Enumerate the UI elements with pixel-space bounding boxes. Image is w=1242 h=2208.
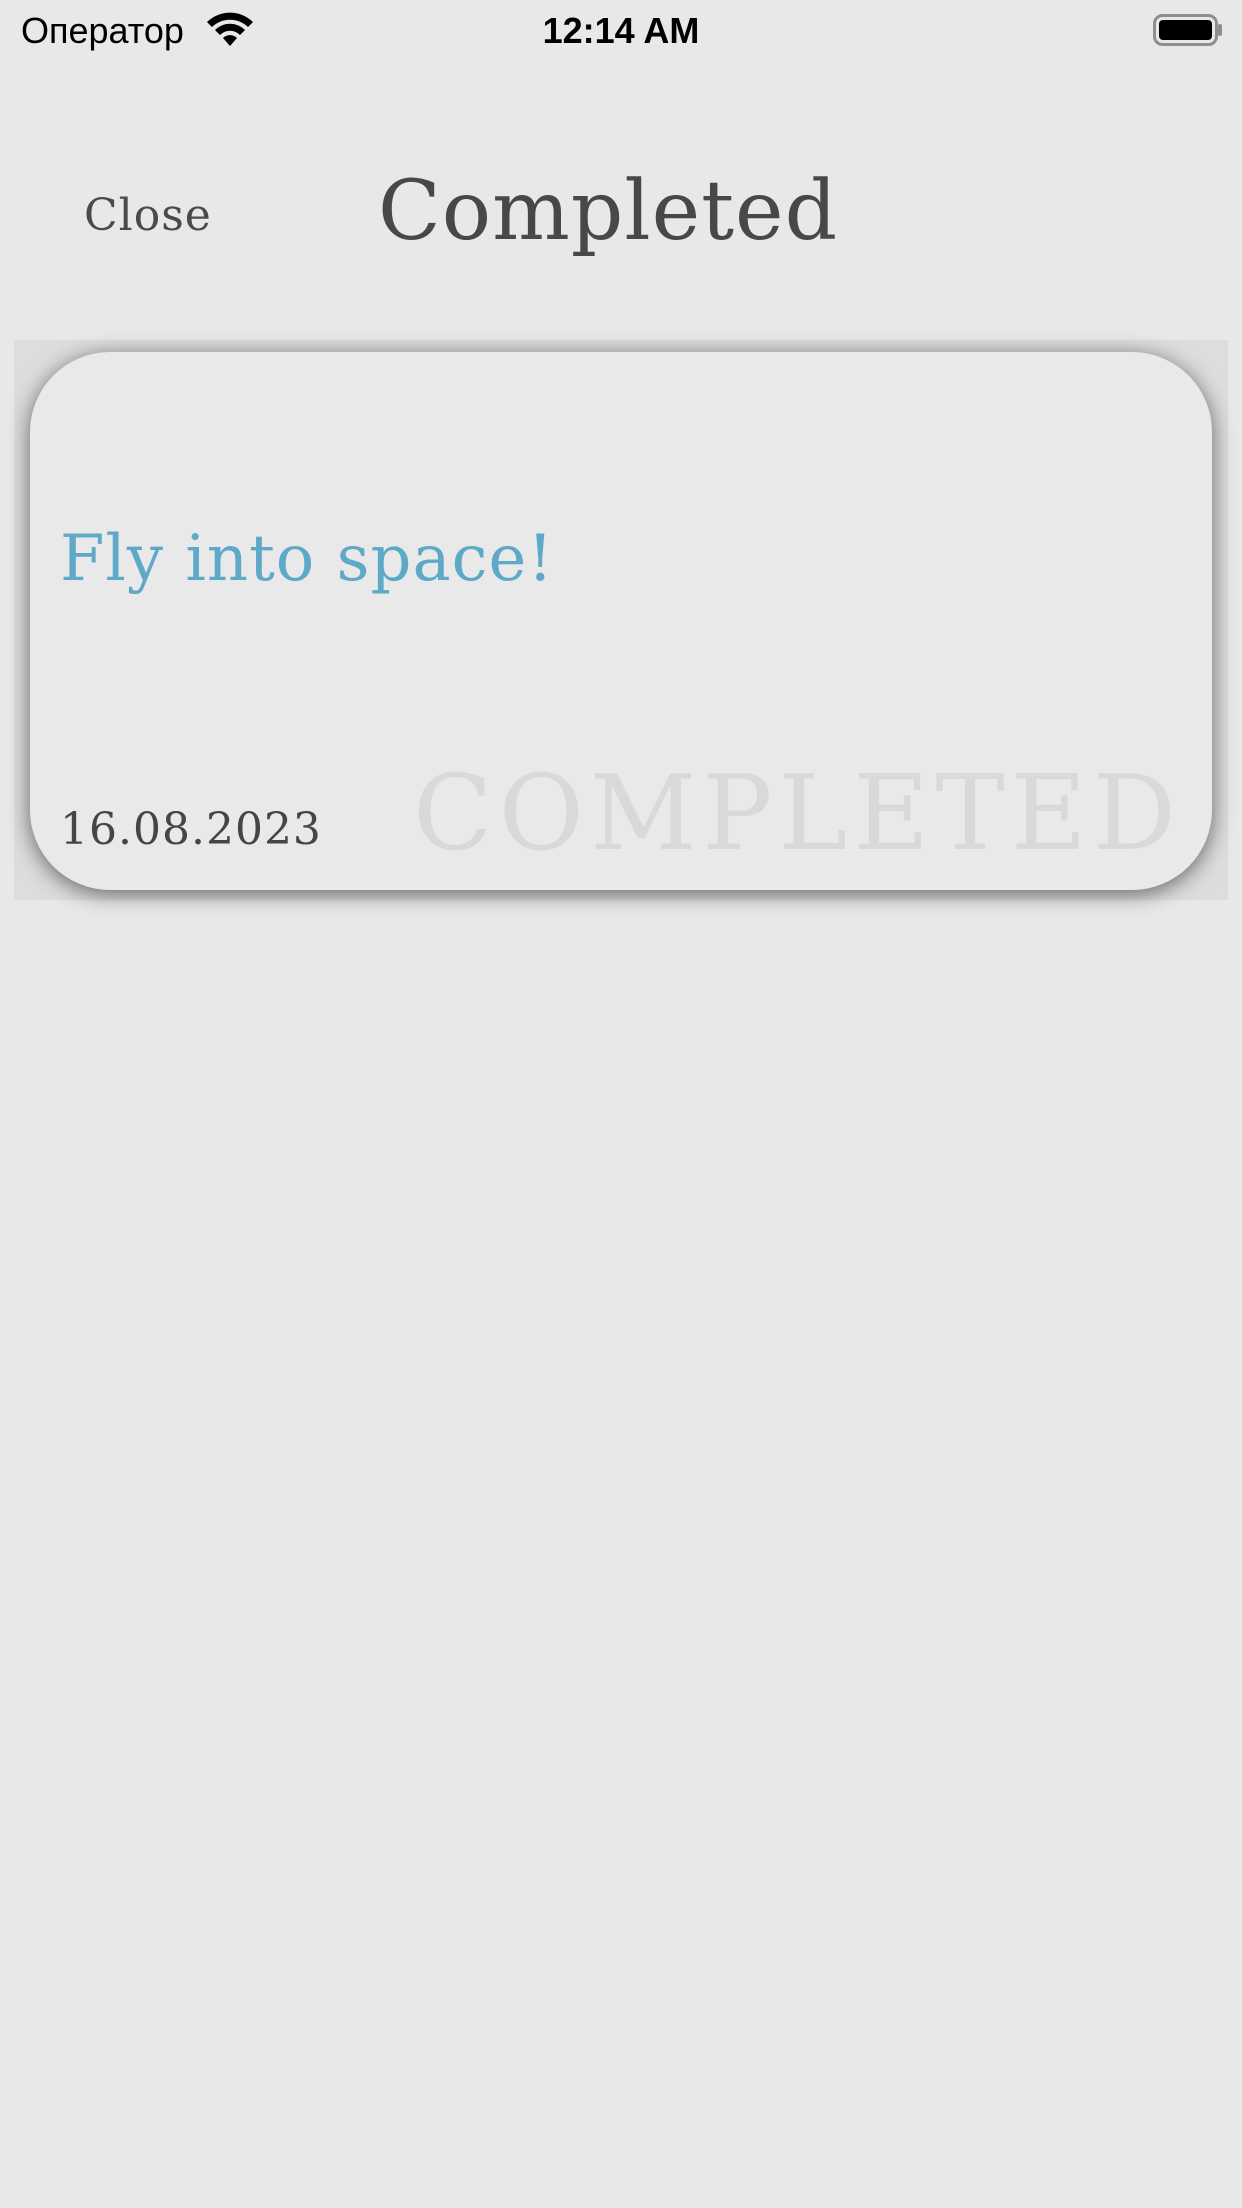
task-title: Fly into space! [60, 522, 555, 596]
close-button[interactable]: Close [84, 190, 212, 241]
completed-stamp: COMPLETED [413, 752, 1182, 874]
status-time: 12:14 AM [542, 10, 700, 51]
task-date: 16.08.2023 [60, 804, 322, 855]
page-title: Completed [378, 164, 839, 259]
completed-task-card[interactable]: Fly into space! COMPLETED 16.08.2023 [30, 352, 1212, 890]
navigation-bar: Close Completed [0, 150, 1242, 300]
status-bar: Оператор 12:14 AM [0, 0, 1242, 62]
battery-icon [1153, 14, 1223, 46]
